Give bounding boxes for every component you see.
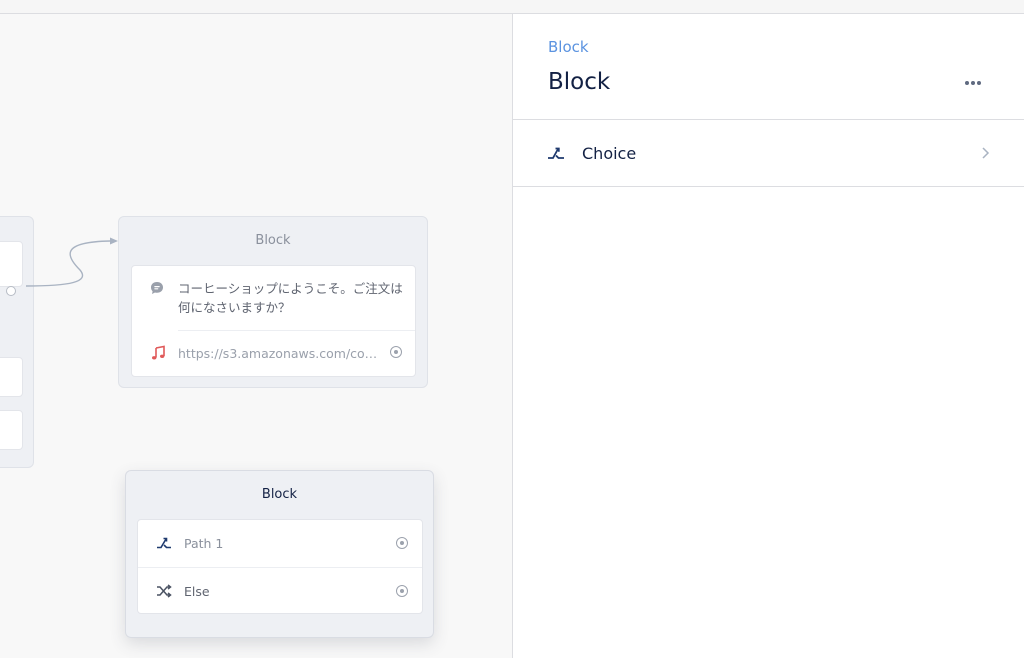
step-item-choice[interactable]: Choice	[513, 120, 1024, 186]
path-icon	[157, 537, 171, 549]
block-title: Block	[261, 487, 298, 502]
message-text: コーヒーショップにようこそ。ご注文は何になさいますか？	[178, 281, 403, 315]
audio-step[interactable]: https://s3.amazonaws.com/com...	[132, 331, 415, 378]
choice-icon	[548, 147, 564, 159]
path-label: Else	[184, 584, 210, 599]
speak-step[interactable]: コーヒーショップにようこそ。ご注文は何になさいますか？	[132, 266, 415, 330]
top-bar	[0, 0, 1024, 14]
output-port[interactable]	[390, 346, 402, 358]
divider	[513, 186, 1024, 187]
path-item[interactable]: Path 1	[138, 520, 422, 567]
music-note-icon	[152, 345, 165, 360]
block-steps: コーヒーショップにようこそ。ご注文は何になさいますか？ https://s3.a…	[131, 265, 416, 377]
path-label: Path 1	[184, 536, 224, 551]
shuffle-icon	[157, 584, 172, 598]
speech-bubble-icon	[151, 282, 163, 294]
step-label: Choice	[582, 144, 637, 163]
block-steps: Path 1 Else	[137, 519, 423, 614]
output-port[interactable]	[396, 585, 408, 597]
output-port[interactable]	[396, 537, 408, 549]
block-choice[interactable]: Block Path 1 Else	[125, 470, 434, 638]
audio-url: https://s3.amazonaws.com/com...	[178, 346, 382, 361]
panel-title[interactable]: Block	[548, 69, 610, 95]
flow-canvas[interactable]: Block コーヒーショップにようこそ。ご注文は何になさいますか？ https:…	[0, 14, 512, 658]
editor-panel: Block Block Choice	[512, 14, 1024, 658]
chevron-right-icon	[982, 147, 990, 159]
more-horizontal-icon[interactable]	[964, 80, 982, 86]
block-message[interactable]: Block コーヒーショップにようこそ。ご注文は何になさいますか？ https:…	[118, 216, 428, 388]
block-title: Block	[255, 233, 291, 248]
path-item[interactable]: Else	[138, 567, 422, 614]
breadcrumb[interactable]: Block	[548, 38, 589, 56]
